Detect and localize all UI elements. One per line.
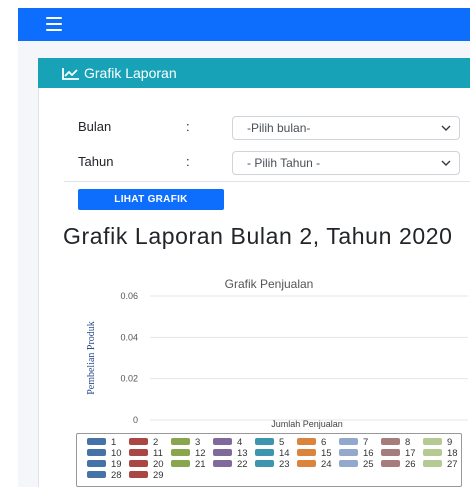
legend-swatch-6 xyxy=(297,438,316,445)
legend-label-9: 9 xyxy=(447,437,452,448)
legend-swatch-5 xyxy=(255,438,274,445)
legend-swatch-21 xyxy=(171,460,190,467)
legend-label-23: 23 xyxy=(279,459,290,470)
bulan-select[interactable]: -Pilih bulan- xyxy=(232,116,460,140)
legend-swatch-19 xyxy=(87,460,106,467)
legend-label-27: 27 xyxy=(447,459,458,470)
y-tick-label: 0.06 xyxy=(120,291,138,301)
legend-swatch-8 xyxy=(381,438,400,445)
legend-label-14: 14 xyxy=(279,448,290,459)
legend-swatch-4 xyxy=(213,438,232,445)
form-divider xyxy=(64,181,470,182)
y-tick-label: 0 xyxy=(133,415,138,425)
legend-swatch-28 xyxy=(87,471,106,478)
legend-label-8: 8 xyxy=(405,437,410,448)
bulan-select-value: -Pilih bulan- xyxy=(247,121,311,135)
chevron-down-icon xyxy=(441,125,451,131)
legend-swatch-7 xyxy=(339,438,358,445)
card-header: Grafik Laporan xyxy=(38,58,470,88)
legend-label-10: 10 xyxy=(111,448,122,459)
y-tick-label: 0.04 xyxy=(120,332,138,342)
bulan-colon: : xyxy=(186,119,190,134)
legend-label-25: 25 xyxy=(363,459,374,470)
legend-swatch-10 xyxy=(87,449,106,456)
legend-swatch-27 xyxy=(423,460,442,467)
legend-label-12: 12 xyxy=(195,448,206,459)
y-tick-label: 0.02 xyxy=(120,374,138,384)
chart-legend: 1 2 3 4 5 6 7 8 910 11 12 13 14 15 16 17 1819 20 21 22 23 24 2… xyxy=(76,433,462,487)
top-navbar xyxy=(18,8,470,41)
legend-swatch-22 xyxy=(213,460,232,467)
hamburger-menu-icon[interactable] xyxy=(46,17,62,31)
y-axis-label: Pembelian Produk xyxy=(86,321,97,395)
chart-line-icon xyxy=(62,67,79,80)
legend-label-3: 3 xyxy=(195,437,200,448)
legend-label-17: 17 xyxy=(405,448,416,459)
legend-swatch-1 xyxy=(87,438,106,445)
card-header-title: Grafik Laporan xyxy=(84,65,177,81)
legend-label-6: 6 xyxy=(321,437,326,448)
legend-label-13: 13 xyxy=(237,448,248,459)
legend-swatch-24 xyxy=(297,460,316,467)
legend-swatch-11 xyxy=(129,449,148,456)
page: Grafik Laporan Bulan : -Pilih bulan- Tah… xyxy=(0,0,470,487)
chevron-down-icon xyxy=(441,160,451,166)
legend-swatch-29 xyxy=(129,471,148,478)
legend-label-15: 15 xyxy=(321,448,332,459)
sales-chart: Grafik Penjualan 0 0.02 0.04 0.06 Pembelian P… xyxy=(86,277,468,429)
x-axis-label: Jumlah Penjualan xyxy=(271,419,343,429)
legend-label-22: 22 xyxy=(237,459,248,470)
legend-label-24: 24 xyxy=(321,459,332,470)
legend-swatch-3 xyxy=(171,438,190,445)
legend-swatch-26 xyxy=(381,460,400,467)
legend-swatch-14 xyxy=(255,449,274,456)
legend-label-11: 11 xyxy=(153,448,163,459)
legend-label-2: 2 xyxy=(153,437,158,448)
legend-swatch-20 xyxy=(129,460,148,467)
legend-label-29: 29 xyxy=(153,470,164,481)
legend-label-1: 1 xyxy=(111,437,116,448)
tahun-label: Tahun xyxy=(78,154,114,169)
report-title: Grafik Laporan Bulan 2, Tahun 2020 xyxy=(63,223,453,249)
tahun-colon: : xyxy=(186,154,190,169)
legend-swatch-2 xyxy=(129,438,148,445)
lihat-grafik-button[interactable]: LIHAT GRAFIK xyxy=(78,189,224,210)
legend-label-18: 18 xyxy=(447,448,458,459)
legend-swatch-13 xyxy=(213,449,232,456)
legend-label-19: 19 xyxy=(111,459,122,470)
legend-swatch-15 xyxy=(297,449,316,456)
legend-label-21: 21 xyxy=(195,459,206,470)
legend-label-5: 5 xyxy=(279,437,284,448)
legend-label-26: 26 xyxy=(405,459,416,470)
legend-swatch-17 xyxy=(381,449,400,456)
legend-label-28: 28 xyxy=(111,470,122,481)
bulan-label: Bulan xyxy=(78,119,112,134)
legend-swatch-25 xyxy=(339,460,358,467)
chart-title: Grafik Penjualan xyxy=(225,277,314,291)
legend-swatch-12 xyxy=(171,449,190,456)
tahun-select-value: - Pilih Tahun - xyxy=(247,156,321,170)
legend-label-16: 16 xyxy=(363,448,374,459)
legend-label-20: 20 xyxy=(153,459,164,470)
tahun-select[interactable]: - Pilih Tahun - xyxy=(232,151,460,175)
legend-swatch-18 xyxy=(423,449,442,456)
legend-swatch-23 xyxy=(255,460,274,467)
legend-swatch-9 xyxy=(423,438,442,445)
legend-label-7: 7 xyxy=(363,437,368,448)
legend-label-4: 4 xyxy=(237,437,242,448)
legend-swatch-16 xyxy=(339,449,358,456)
